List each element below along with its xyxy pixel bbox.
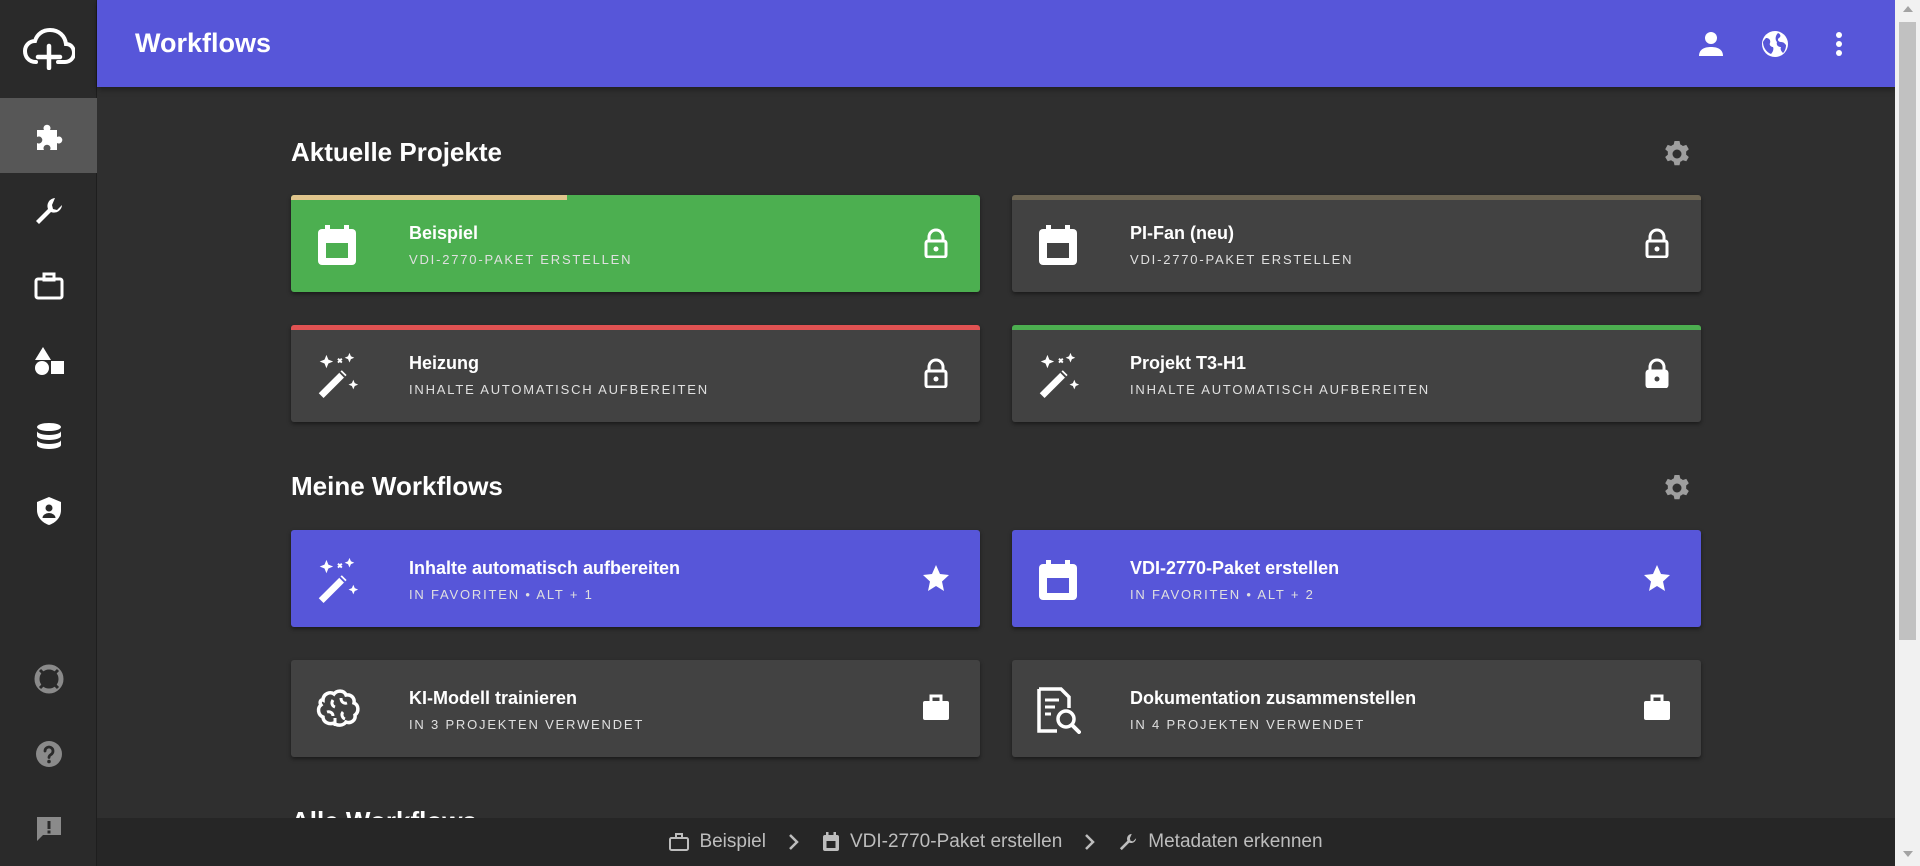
chevron-right-icon xyxy=(1084,833,1096,851)
sidebar-item-tools[interactable] xyxy=(0,173,97,248)
lock-icon[interactable] xyxy=(1641,357,1673,389)
sidebar-item-security[interactable] xyxy=(0,473,97,548)
card-subtitle: VDI-2770-Paket erstellen xyxy=(1130,252,1354,267)
lock-icon[interactable] xyxy=(1641,227,1673,259)
breadcrumb-label: VDI-2770-Paket erstellen xyxy=(849,831,1063,852)
card-subtitle: In 3 Projekten verwendet xyxy=(409,717,645,732)
breadcrumb-label: Beispiel xyxy=(699,831,766,852)
sidebar-item-help[interactable] xyxy=(0,716,97,791)
puzzle-icon xyxy=(33,120,65,152)
lock-icon[interactable] xyxy=(920,357,952,389)
scrollbar-thumb[interactable] xyxy=(1899,22,1916,640)
progress-bar xyxy=(1012,195,1701,200)
card-title: PI-Fan (neu) xyxy=(1130,223,1234,243)
sidebar-item-feedback[interactable] xyxy=(0,791,97,866)
breadcrumb-bar: Beispiel VDI-2770-Paket erstellen Metada… xyxy=(97,818,1895,866)
card-subtitle: Inhalte automatisch aufbereiten xyxy=(1130,382,1430,397)
sidebar-item-projects[interactable] xyxy=(0,248,97,323)
shield-icon xyxy=(33,495,65,527)
feedback-icon xyxy=(34,814,64,844)
sidebar xyxy=(0,0,97,866)
calendar-icon xyxy=(1034,221,1082,269)
breadcrumb-item-project[interactable]: Beispiel xyxy=(669,831,766,853)
page-title: Workflows xyxy=(135,28,272,58)
sidebar-item-workflows[interactable] xyxy=(0,98,97,173)
calendar-icon xyxy=(1034,556,1082,604)
magic-wand-icon xyxy=(313,351,361,399)
globe-icon xyxy=(1760,29,1790,59)
shapes-icon xyxy=(33,345,65,377)
chevron-right-icon xyxy=(788,833,800,851)
person-icon xyxy=(1697,30,1725,58)
more-vert-icon xyxy=(1834,31,1844,57)
more-menu-button[interactable] xyxy=(1819,24,1859,64)
breadcrumb-label: Metadaten erkennen xyxy=(1148,831,1323,852)
gear-icon xyxy=(1662,473,1692,503)
card-title: Dokumentation zusammenstellen xyxy=(1130,688,1417,708)
calendar-icon xyxy=(822,832,840,852)
lock-icon[interactable] xyxy=(920,227,952,259)
top-app-bar: Workflows xyxy=(97,0,1895,87)
card-title: Projekt T3-H1 xyxy=(1130,353,1247,373)
mine-settings-button[interactable] xyxy=(1661,472,1693,504)
gear-icon xyxy=(1662,139,1692,169)
project-card-t3-h1[interactable]: Projekt T3-H1 Inhalte automatisch aufber… xyxy=(1012,325,1701,422)
sidebar-item-database[interactable] xyxy=(0,398,97,473)
account-button[interactable] xyxy=(1691,24,1731,64)
calendar-icon xyxy=(313,221,361,269)
magic-wand-icon xyxy=(313,556,361,604)
lifebuoy-icon xyxy=(34,664,64,694)
section-title-recent: Aktuelle Projekte xyxy=(291,137,502,167)
star-icon[interactable] xyxy=(920,562,952,594)
magic-wand-icon xyxy=(1034,351,1082,399)
breadcrumb: Beispiel VDI-2770-Paket erstellen Metada… xyxy=(97,818,1895,866)
database-icon xyxy=(33,420,65,452)
card-title: Beispiel xyxy=(409,223,479,243)
section-title-mine: Meine Workflows xyxy=(291,471,503,501)
card-title: KI-Modell trainieren xyxy=(409,688,578,708)
briefcase-icon[interactable] xyxy=(920,692,952,724)
breadcrumb-item-step[interactable]: Metadaten erkennen xyxy=(1118,831,1323,853)
card-subtitle: Inhalte automatisch aufbereiten xyxy=(409,382,709,397)
wrench-icon xyxy=(1118,832,1138,852)
workflow-card-auto-prepare[interactable]: Inhalte automatisch aufbereiten In Favor… xyxy=(291,530,980,627)
vertical-scrollbar[interactable] xyxy=(1895,0,1920,866)
progress-bar xyxy=(291,195,567,200)
card-subtitle: In 4 Projekten verwendet xyxy=(1130,717,1366,732)
card-title: VDI-2770-Paket erstellen xyxy=(1130,558,1340,578)
wrench-icon xyxy=(33,195,65,227)
recent-settings-button[interactable] xyxy=(1661,138,1693,170)
card-title: Heizung xyxy=(409,353,479,373)
document-search-icon xyxy=(1034,686,1082,734)
brain-icon xyxy=(313,686,361,734)
card-subtitle: In Favoriten • Alt + 1 xyxy=(409,587,594,602)
workflow-card-dokumentation[interactable]: Dokumentation zusammenstellen In 4 Proje… xyxy=(1012,660,1701,757)
cloud-add-logo-icon[interactable] xyxy=(0,0,97,98)
project-card-pi-fan[interactable]: PI-Fan (neu) VDI-2770-Paket erstellen xyxy=(1012,195,1701,292)
scroll-down-arrow-icon[interactable] xyxy=(1903,851,1913,857)
workflow-card-ki-modell[interactable]: KI-Modell trainieren In 3 Projekten verw… xyxy=(291,660,980,757)
card-subtitle: VDI-2770-Paket erstellen xyxy=(409,252,633,267)
card-subtitle: In Favoriten • Alt + 2 xyxy=(1130,587,1315,602)
project-card-heizung[interactable]: Heizung Inhalte automatisch aufbereiten xyxy=(291,325,980,422)
briefcase-icon xyxy=(669,833,690,851)
briefcase-icon xyxy=(33,270,65,302)
star-icon[interactable] xyxy=(1641,562,1673,594)
breadcrumb-item-workflow[interactable]: VDI-2770-Paket erstellen xyxy=(822,831,1062,853)
sidebar-item-shapes[interactable] xyxy=(0,323,97,398)
sidebar-item-support[interactable] xyxy=(0,641,97,716)
progress-bar xyxy=(291,325,980,330)
workflow-card-vdi-2770[interactable]: VDI-2770-Paket erstellen In Favoriten • … xyxy=(1012,530,1701,627)
briefcase-icon[interactable] xyxy=(1641,692,1673,724)
language-button[interactable] xyxy=(1755,24,1795,64)
project-card-beispiel[interactable]: Beispiel VDI-2770-Paket erstellen xyxy=(291,195,980,292)
scroll-up-arrow-icon[interactable] xyxy=(1903,6,1913,12)
card-title: Inhalte automatisch aufbereiten xyxy=(409,558,681,578)
help-icon xyxy=(34,739,64,769)
progress-bar xyxy=(1012,325,1701,330)
